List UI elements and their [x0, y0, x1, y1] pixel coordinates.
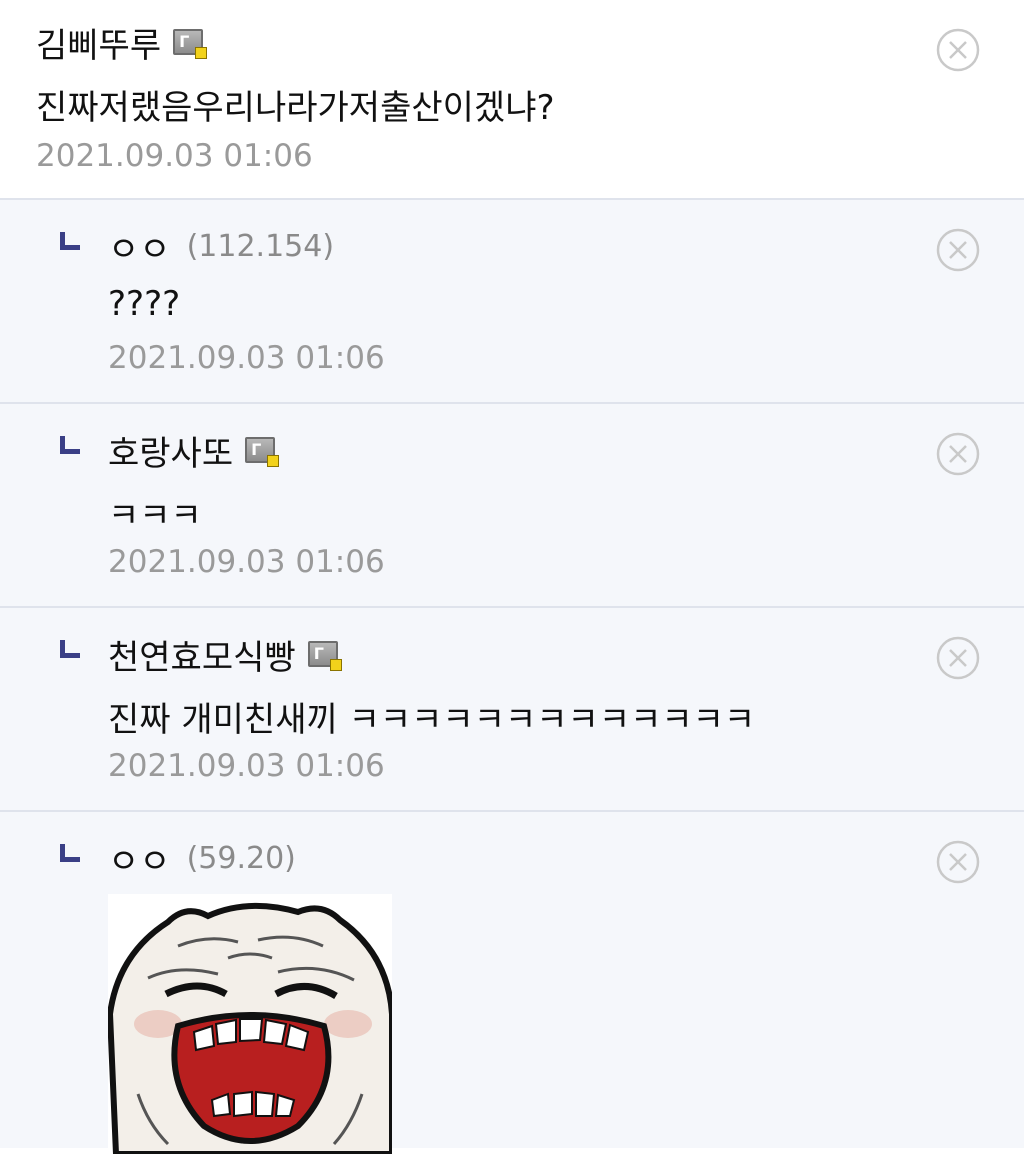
gallery-badge-icon: Γ [173, 29, 208, 59]
close-circle-icon [936, 228, 980, 272]
delete-comment-button[interactable] [936, 432, 980, 476]
comment-nickname[interactable]: ㅇㅇ [108, 222, 171, 271]
comment-nickname[interactable]: ㅇㅇ [108, 834, 171, 883]
reply-arrow-icon [60, 232, 80, 250]
comment-header: 천연효모식빵 Γ [108, 630, 342, 679]
comment-nickname[interactable]: 천연효모식빵 [108, 630, 296, 679]
comment-text: 진짜 개미친새끼 ㅋㅋㅋㅋㅋㅋㅋㅋㅋㅋㅋㅋㅋ [108, 700, 756, 740]
reply-item: ㅇㅇ (112.154) ???? 2021.09.03 01:06 [0, 200, 1024, 404]
comment-header: ㅇㅇ (112.154) [108, 222, 334, 270]
gallery-badge-icon: Γ [245, 437, 280, 467]
comment-ip: (112.154) [186, 228, 335, 264]
laughing-dumpling-sticker[interactable] [108, 894, 392, 1154]
delete-comment-button[interactable] [936, 840, 980, 884]
comment-nickname[interactable]: 김삐뚜루 [36, 18, 161, 67]
comment-nickname[interactable]: 호랑사또 [108, 426, 233, 475]
comment-header: 호랑사또 Γ [108, 426, 280, 475]
delete-comment-button[interactable] [936, 228, 980, 272]
comment-text: ???? [108, 284, 181, 324]
comment-text: ㅋㅋㅋ [108, 496, 202, 536]
close-circle-icon [936, 840, 980, 884]
comment-timestamp: 2021.09.03 01:06 [108, 340, 385, 376]
comment-item: 김삐뚜루 Γ 진짜저랬음우리나라가저출산이겠냐? 2021.09.03 01:0… [0, 0, 1024, 200]
delete-comment-button[interactable] [936, 28, 980, 72]
delete-comment-button[interactable] [936, 636, 980, 680]
reply-arrow-icon [60, 436, 80, 454]
sticker-image [108, 902, 392, 1154]
reply-arrow-icon [60, 640, 80, 658]
comment-header: 김삐뚜루 Γ [36, 18, 208, 67]
close-circle-icon [936, 28, 980, 72]
reply-item: ㅇㅇ (59.20) [0, 812, 1024, 1154]
reply-item: 천연효모식빵 Γ 진짜 개미친새끼 ㅋㅋㅋㅋㅋㅋㅋㅋㅋㅋㅋㅋㅋ 2021.09.… [0, 608, 1024, 812]
comment-timestamp: 2021.09.03 01:06 [108, 544, 385, 580]
comment-timestamp: 2021.09.03 01:06 [108, 748, 385, 784]
reply-arrow-icon [60, 844, 80, 862]
gallery-badge-icon: Γ [307, 641, 342, 671]
comment-header: ㅇㅇ (59.20) [108, 834, 296, 882]
close-circle-icon [936, 432, 980, 476]
close-circle-icon [936, 636, 980, 680]
comment-text: 진짜저랬음우리나라가저출산이겠냐? [36, 88, 555, 128]
comment-timestamp: 2021.09.03 01:06 [36, 138, 313, 174]
comment-ip: (59.20) [186, 840, 296, 876]
reply-item: 호랑사또 Γ ㅋㅋㅋ 2021.09.03 01:06 [0, 404, 1024, 608]
